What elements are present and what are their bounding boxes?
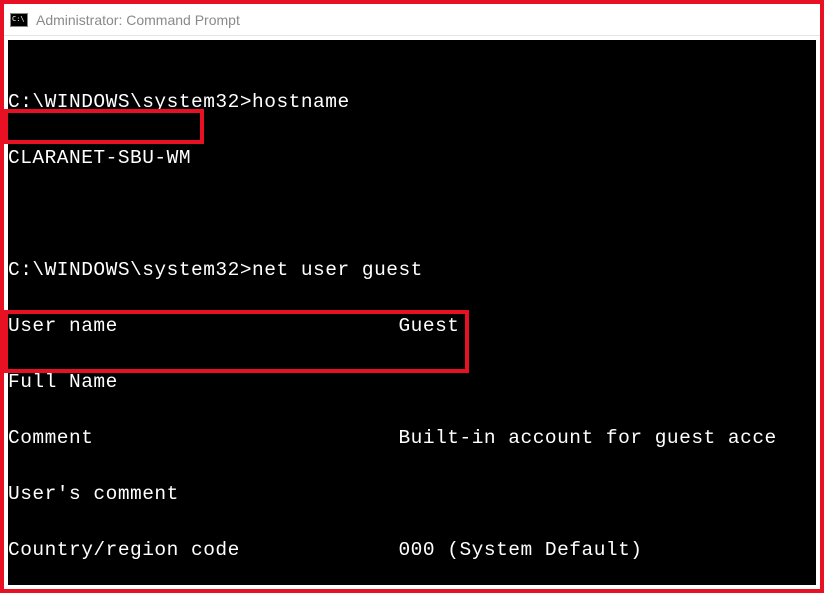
output-row: Full Name — [8, 368, 816, 396]
cmd-icon — [10, 13, 28, 27]
window-title: Administrator: Command Prompt — [36, 12, 240, 28]
output-row: Country/region code 000 (System Default) — [8, 536, 816, 564]
output-row: Comment Built-in account for guest acce — [8, 424, 816, 452]
prompt-line: C:\WINDOWS\system32>net user guest — [8, 256, 816, 284]
output-row: User's comment — [8, 480, 816, 508]
blank-line — [8, 200, 816, 228]
titlebar[interactable]: Administrator: Command Prompt — [4, 4, 820, 36]
app-frame: Administrator: Command Prompt C:\WINDOWS… — [0, 0, 824, 593]
prompt-line: C:\WINDOWS\system32>hostname — [8, 88, 816, 116]
hostname-output: CLARANET-SBU-WM — [8, 144, 816, 172]
terminal-output[interactable]: C:\WINDOWS\system32>hostname CLARANET-SB… — [8, 40, 816, 585]
output-row: User name Guest — [8, 312, 816, 340]
